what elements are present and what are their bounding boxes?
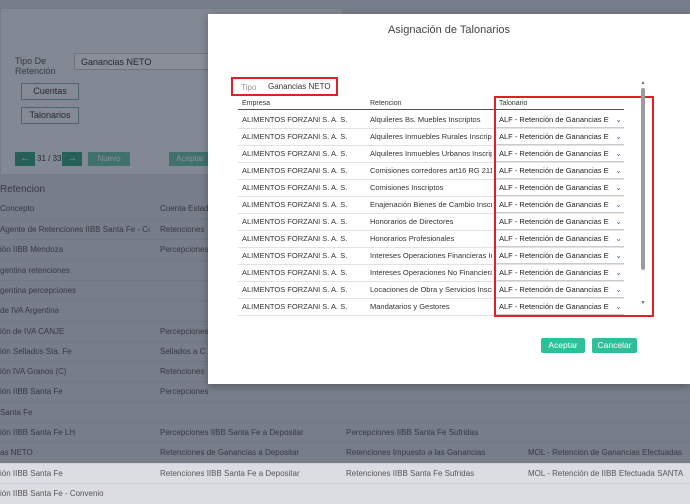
modal-title: Asignación de Talonarios <box>387 24 511 36</box>
retencion-cell: Alquileres Bs. Muebles Inscriptos <box>370 115 481 124</box>
column-header-retencion: Retencion <box>370 100 402 107</box>
bg-cell-3: Retenciones IIBB Santa Fe Sufridas <box>346 468 475 478</box>
empresa-cell: ALIMENTOS FORZANI S. A. S. <box>242 217 348 226</box>
retencion-cell: Honorarios Profesionales <box>370 234 455 243</box>
talonario-column-highlight <box>494 96 654 317</box>
retencion-cell: Intereses Operaciones No Financieras <box>370 268 492 277</box>
scroll-down-icon[interactable]: ▼ <box>640 300 646 306</box>
retencion-cell: Comisiones corredores art16 RG 2118 <box>370 166 492 175</box>
tipo-value: Ganancias NETO <box>268 82 331 91</box>
empresa-cell: ALIMENTOS FORZANI S. A. S. <box>242 166 348 175</box>
tipo-label: Tipo <box>241 83 257 92</box>
empresa-cell: ALIMENTOS FORZANI S. A. S. <box>242 285 348 294</box>
empresa-cell: ALIMENTOS FORZANI S. A. S. <box>242 268 348 277</box>
retencion-cell: Mandatarios y Gestores <box>370 302 450 311</box>
bg-table-row[interactable]: ión IIBB Santa Fe Retenciones IIBB Santa … <box>0 462 690 484</box>
empresa-cell: ALIMENTOS FORZANI S. A. S. <box>242 183 348 192</box>
bg-cell-1: ión IIBB Santa Fe - Convenio <box>0 488 104 498</box>
retencion-cell: Comisiones Inscriptos <box>370 183 444 192</box>
retencion-cell: Intereses Operaciones Financieras In <box>370 251 492 260</box>
scroll-up-icon[interactable]: ▲ <box>640 80 646 86</box>
retencion-cell: Locaciones de Obra y Servicios Inscri <box>370 285 492 294</box>
bg-table-row[interactable]: ión IIBB Santa Fe - Convenio <box>0 482 690 504</box>
retencion-cell: Enajenación Bienes de Cambio Inscri <box>370 200 492 209</box>
aceptar-button[interactable]: Aceptar <box>541 338 585 353</box>
empresa-cell: ALIMENTOS FORZANI S. A. S. <box>242 302 348 311</box>
empresa-cell: ALIMENTOS FORZANI S. A. S. <box>242 132 348 141</box>
retencion-cell: Honorarios de Directores <box>370 217 454 226</box>
retencion-cell: Alquileres Inmuebles Rurales Inscript <box>370 132 492 141</box>
asignacion-talonarios-modal: Asignación de Talonarios Tipo Ganancias … <box>208 14 690 384</box>
retencion-cell: Alquileres Inmuebles Urbanos Inscrip <box>370 149 492 158</box>
empresa-cell: ALIMENTOS FORZANI S. A. S. <box>242 234 348 243</box>
empresa-cell: ALIMENTOS FORZANI S. A. S. <box>242 115 348 124</box>
column-header-empresa: Empresa <box>242 100 271 107</box>
empresa-cell: ALIMENTOS FORZANI S. A. S. <box>242 200 348 209</box>
tipo-highlight-box: Tipo Ganancias NETO <box>231 77 338 96</box>
empresa-cell: ALIMENTOS FORZANI S. A. S. <box>242 251 348 260</box>
scrollbar-thumb[interactable] <box>641 88 645 270</box>
bg-cell-1: ión IIBB Santa Fe <box>0 468 63 478</box>
empresa-cell: ALIMENTOS FORZANI S. A. S. <box>242 149 348 158</box>
bg-cell-4: MOL - Retención de IIBB Efectuada SANTA <box>528 468 684 478</box>
table-scrollbar[interactable]: ▲ ▼ <box>640 80 646 308</box>
bg-cell-2: Retenciones IIBB Santa Fe a Depositar <box>160 468 300 478</box>
cancelar-button[interactable]: Cancelar <box>592 338 637 353</box>
